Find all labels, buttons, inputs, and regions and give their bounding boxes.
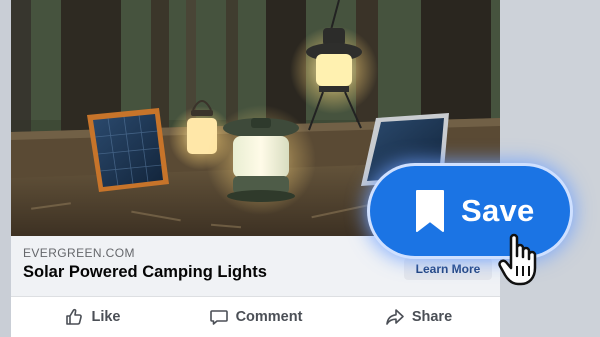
comment-bubble-icon	[209, 310, 228, 325]
hand-pointer-icon	[498, 233, 537, 286]
share-label: Share	[411, 309, 453, 325]
share-arrow-icon	[386, 309, 404, 325]
share-button[interactable]: Share	[337, 297, 500, 337]
post-action-bar: Like Comment Share	[11, 297, 500, 337]
thumbs-up-icon	[66, 308, 83, 325]
link-title[interactable]: Solar Powered Camping Lights	[23, 263, 267, 282]
comment-button[interactable]: Comment	[174, 297, 337, 337]
comment-label: Comment	[235, 309, 303, 325]
left-gutter	[0, 0, 11, 337]
save-label: Save	[461, 193, 535, 228]
like-label: Like	[91, 309, 121, 325]
bookmark-icon	[416, 190, 444, 232]
link-domain: EVERGREEN.COM	[23, 246, 135, 260]
like-button[interactable]: Like	[11, 297, 174, 337]
